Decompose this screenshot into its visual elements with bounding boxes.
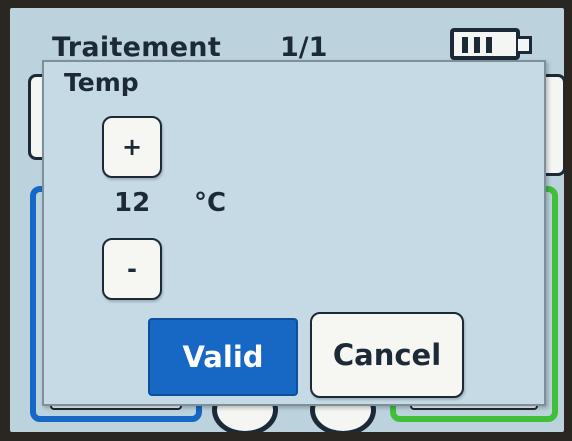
- temperature-dialog: Temp + 12 °C - Valid Cancel: [42, 60, 546, 406]
- battery-bar: [474, 37, 480, 53]
- temperature-value: 12: [114, 188, 151, 218]
- plus-icon: +: [121, 133, 143, 161]
- battery-bar: [486, 37, 492, 53]
- cancel-button[interactable]: Cancel: [310, 312, 464, 398]
- device-bezel: Traitement 1/1 Temp + 12 °C - Valid Canc…: [0, 0, 572, 441]
- touch-screen: Traitement 1/1 Temp + 12 °C - Valid Canc…: [10, 8, 564, 432]
- battery-bar: [462, 37, 468, 53]
- decrement-button[interactable]: -: [102, 238, 162, 300]
- valid-button[interactable]: Valid: [148, 318, 298, 396]
- battery-cap: [518, 36, 532, 54]
- page-indicator: 1/1: [280, 32, 328, 63]
- screen-title: Traitement: [52, 32, 222, 63]
- minus-icon: -: [127, 255, 137, 283]
- temperature-unit: °C: [194, 188, 227, 218]
- battery-icon: [450, 28, 520, 60]
- dialog-title: Temp: [64, 68, 139, 97]
- increment-button[interactable]: +: [102, 116, 162, 178]
